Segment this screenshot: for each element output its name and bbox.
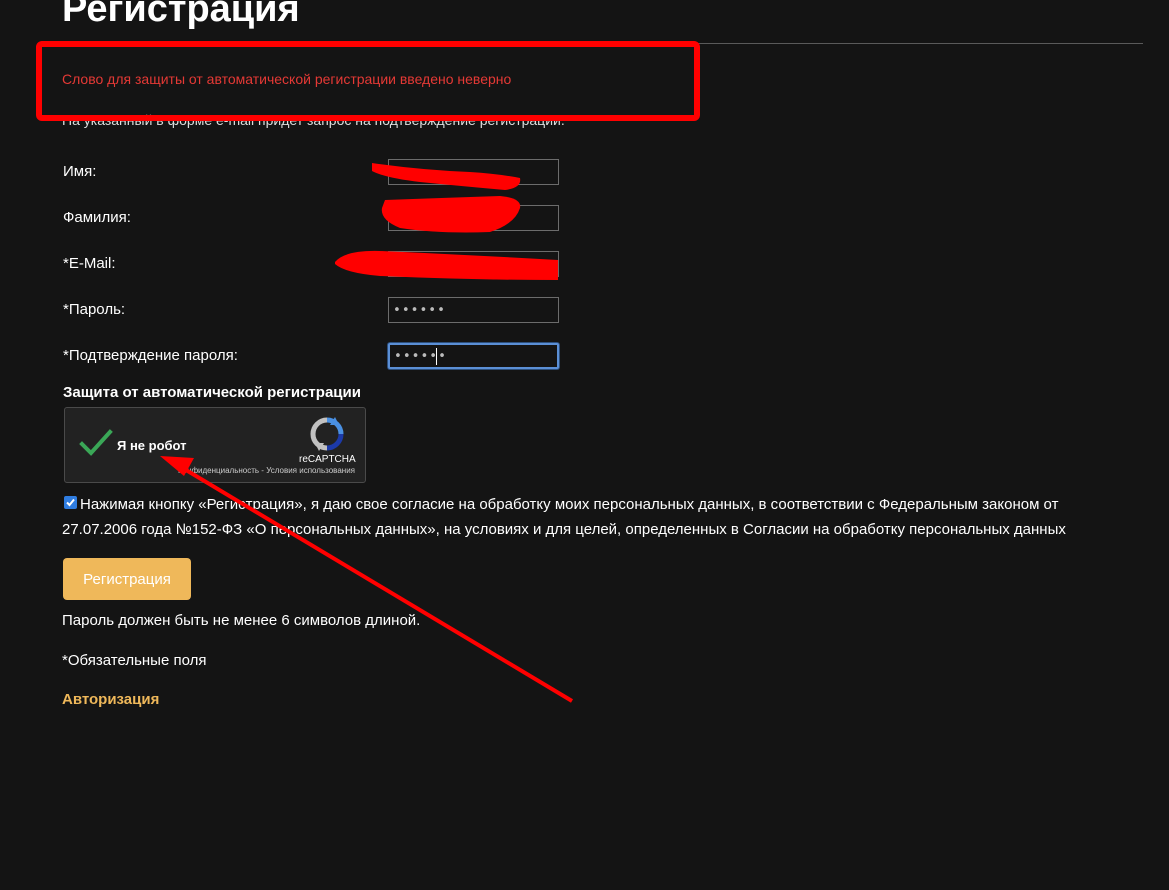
captcha-label: Я не робот [117,438,187,453]
password-length-note: Пароль должен быть не менее 6 символов д… [62,612,421,629]
authorization-link[interactable]: Авторизация [62,691,159,708]
last-name-label: Фамилия: [63,209,131,226]
last-name-input[interactable] [388,205,559,231]
recaptcha-widget[interactable]: Я не робот reCAPTCHA Конфиденциальность … [64,407,366,483]
first-name-label: Имя: [63,163,97,180]
password-confirm-input[interactable] [388,343,559,369]
captcha-heading: Защита от автоматической регистрации [63,384,361,401]
email-input[interactable] [388,251,559,277]
text-caret [436,348,437,365]
password-label: *Пароль: [63,301,126,318]
consent-text: Нажимая кнопку «Регистрация», я даю свое… [62,496,1066,538]
title-divider [62,43,1143,44]
password-input[interactable] [388,297,559,323]
email-hint: На указанный в форме e-mail придет запро… [62,112,565,128]
first-name-input[interactable] [388,159,559,185]
recaptcha-brand: reCAPTCHA [299,454,356,465]
recaptcha-links[interactable]: Конфиденциальность - Условия использован… [135,466,355,475]
checkmark-icon[interactable] [79,428,113,458]
page-title: Регистрация [62,0,300,30]
register-button[interactable]: Регистрация [63,558,191,600]
required-fields-note: *Обязательные поля [62,652,207,669]
error-message: Слово для защиты от автоматической регис… [62,71,512,87]
password-confirm-label: *Подтверждение пароля: [63,347,238,364]
email-label: *E-Mail: [63,255,116,272]
recaptcha-logo-icon [310,417,344,451]
